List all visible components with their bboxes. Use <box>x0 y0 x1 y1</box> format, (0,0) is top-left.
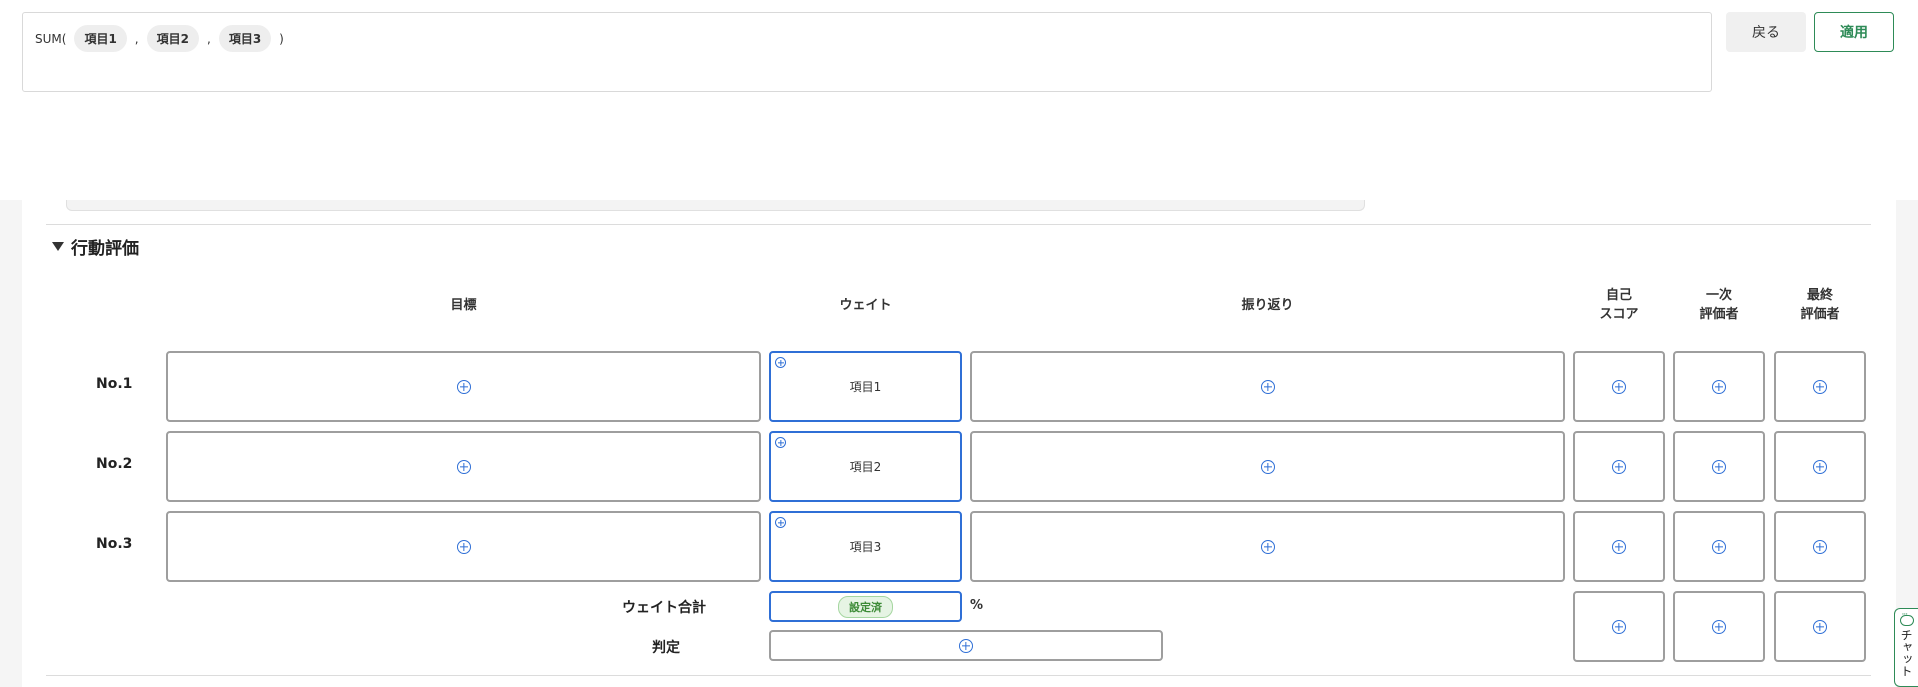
column-header-line: スコア <box>1599 307 1639 322</box>
formula-separator: , <box>206 31 211 46</box>
column-header-line: 評価者 <box>1699 307 1739 322</box>
column-header-line: 最終 <box>1806 288 1833 303</box>
self-score-cell[interactable] <box>1573 431 1665 502</box>
chat-icon <box>1899 610 1914 626</box>
add-circle-icon[interactable] <box>1260 539 1275 554</box>
goal-cell[interactable] <box>166 511 761 582</box>
previous-section-edge <box>66 200 1365 211</box>
add-circle-icon[interactable] <box>775 517 786 528</box>
chat-label: チャット <box>1899 629 1913 677</box>
final-evaluator-total-cell[interactable] <box>1774 591 1866 662</box>
weight-cell[interactable]: 項目3 <box>769 511 962 582</box>
column-header-self-score: 自己 スコア <box>1573 286 1665 324</box>
percent-unit: % <box>970 598 984 613</box>
first-evaluator-cell[interactable] <box>1673 351 1765 422</box>
add-circle-icon[interactable] <box>1712 459 1726 474</box>
formula-close: ) <box>279 31 284 46</box>
add-circle-icon[interactable] <box>1813 539 1827 554</box>
add-circle-icon[interactable] <box>1813 379 1827 394</box>
formula-function: SUM( <box>35 31 67 46</box>
self-score-total-cell[interactable] <box>1573 591 1665 662</box>
add-circle-icon[interactable] <box>1813 619 1827 634</box>
add-circle-icon[interactable] <box>1813 459 1827 474</box>
add-circle-icon[interactable] <box>1712 619 1726 634</box>
formula-editor[interactable]: SUM( 項目1 , 項目2 , 項目3 ) <box>22 12 1712 92</box>
column-header-line: 一次 <box>1705 288 1732 303</box>
add-circle-icon[interactable] <box>1712 539 1726 554</box>
formula-chip-item3[interactable]: 項目3 <box>218 25 272 52</box>
divider <box>46 224 1871 225</box>
add-circle-icon[interactable] <box>1612 459 1626 474</box>
row-label: No.1 <box>96 376 133 392</box>
first-evaluator-cell[interactable] <box>1673 431 1765 502</box>
divider <box>46 675 1871 676</box>
self-score-cell[interactable] <box>1573 351 1665 422</box>
column-header-goal: 目標 <box>450 298 477 313</box>
row-label: No.3 <box>96 536 133 552</box>
weight-item-label: 項目3 <box>849 540 882 554</box>
column-header-final-evaluator: 最終 評価者 <box>1774 286 1866 324</box>
add-circle-icon[interactable] <box>959 638 973 653</box>
row-label: No.2 <box>96 456 133 472</box>
formula-separator: , <box>134 31 139 46</box>
final-evaluator-cell[interactable] <box>1774 431 1866 502</box>
add-circle-icon[interactable] <box>775 437 786 448</box>
formula-chip-item1[interactable]: 項目1 <box>74 25 127 52</box>
weight-cell[interactable]: 項目2 <box>769 431 962 502</box>
evaluation-panel: 行動評価 目標 ウェイト 振り返り 自己 スコア 一次 評価者 最終 評価者 N… <box>0 200 1918 687</box>
goal-cell[interactable] <box>166 431 761 502</box>
add-circle-icon[interactable] <box>1612 539 1626 554</box>
first-evaluator-total-cell[interactable] <box>1673 591 1765 662</box>
reflection-cell[interactable] <box>970 511 1565 582</box>
add-circle-icon[interactable] <box>456 379 471 394</box>
weight-item-label: 項目1 <box>849 380 882 394</box>
add-circle-icon[interactable] <box>775 357 786 368</box>
self-score-cell[interactable] <box>1573 511 1665 582</box>
add-circle-icon[interactable] <box>1260 459 1275 474</box>
column-header-first-evaluator: 一次 評価者 <box>1673 286 1765 324</box>
judgement-cell[interactable] <box>769 630 1163 661</box>
add-circle-icon[interactable] <box>1612 619 1626 634</box>
section-header[interactable]: 行動評価 <box>52 234 139 259</box>
final-evaluator-cell[interactable] <box>1774 351 1866 422</box>
apply-button[interactable]: 適用 <box>1814 12 1894 52</box>
chat-tab[interactable]: チャット <box>1894 608 1918 687</box>
column-header-reflection: 振り返り <box>1241 298 1294 313</box>
section-title: 行動評価 <box>71 239 139 259</box>
back-button[interactable]: 戻る <box>1726 12 1806 52</box>
add-circle-icon[interactable] <box>456 539 471 554</box>
judgement-label: 判定 <box>652 640 680 656</box>
reflection-cell[interactable] <box>970 431 1565 502</box>
goal-cell[interactable] <box>166 351 761 422</box>
caret-down-icon[interactable] <box>52 242 64 251</box>
reflection-cell[interactable] <box>970 351 1565 422</box>
column-header-line: 自己 <box>1605 288 1632 303</box>
final-evaluator-cell[interactable] <box>1774 511 1866 582</box>
first-evaluator-cell[interactable] <box>1673 511 1765 582</box>
weight-item-label: 項目2 <box>849 460 882 474</box>
weight-cell[interactable]: 項目1 <box>769 351 962 422</box>
formula-chip-item2[interactable]: 項目2 <box>146 25 199 52</box>
add-circle-icon[interactable] <box>456 459 471 474</box>
column-header-line: 評価者 <box>1800 307 1840 322</box>
add-circle-icon[interactable] <box>1612 379 1626 394</box>
add-circle-icon[interactable] <box>1260 379 1275 394</box>
column-header-weight: ウェイト <box>839 298 892 313</box>
weight-total-cell[interactable]: 設定済 <box>769 591 962 622</box>
status-badge: 設定済 <box>838 595 893 618</box>
add-circle-icon[interactable] <box>1712 379 1726 394</box>
weight-total-label: ウェイト合計 <box>622 600 706 616</box>
formula-expression: SUM( 項目1 , 項目2 , 項目3 ) <box>31 25 288 52</box>
